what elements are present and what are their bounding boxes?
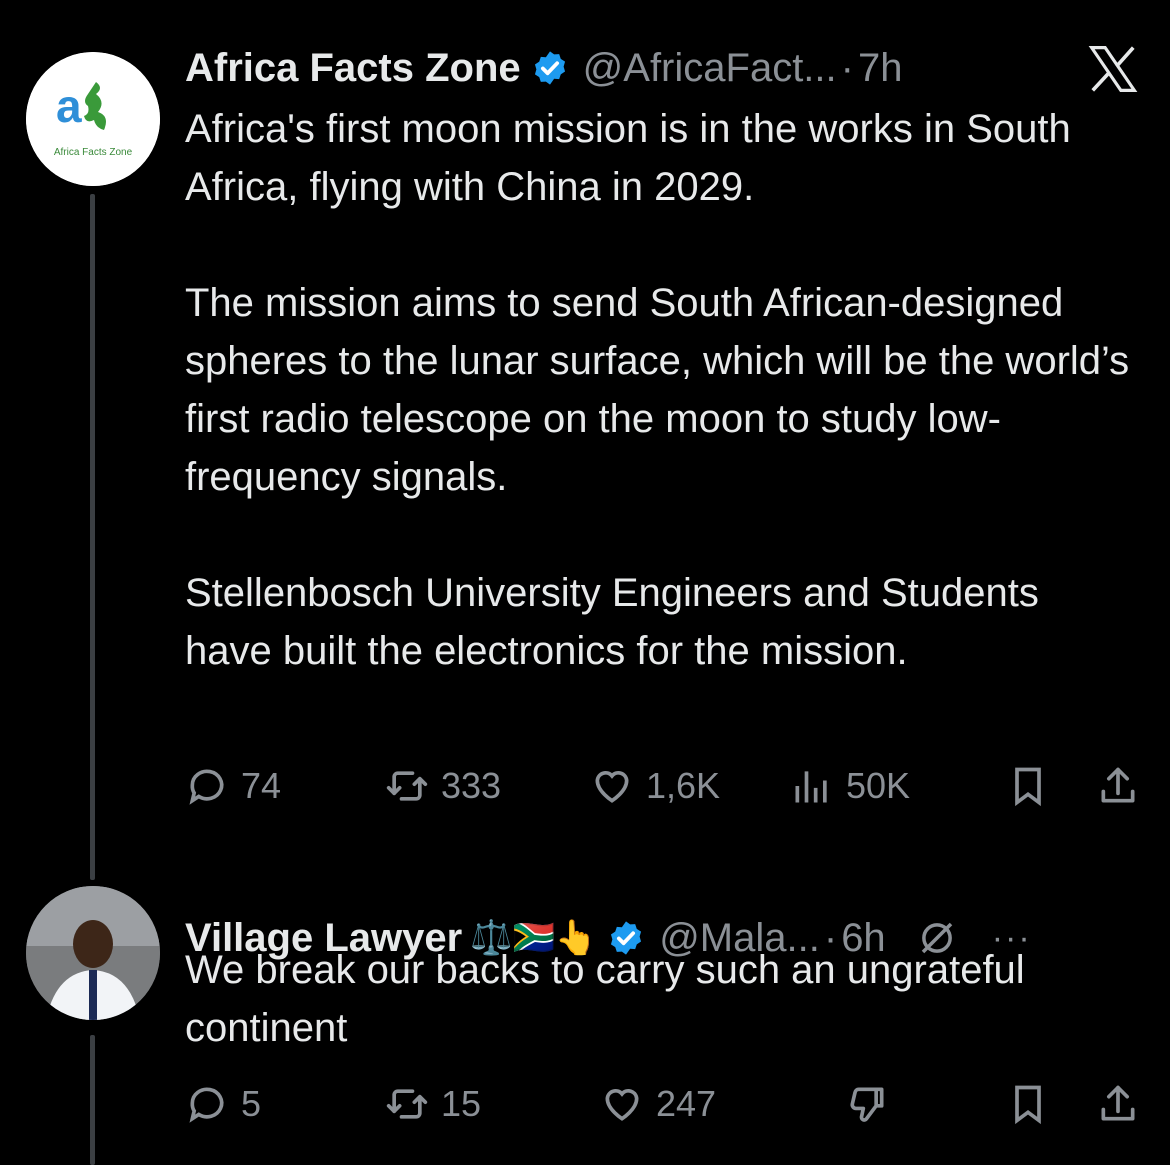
avatar-village-lawyer[interactable] [26,886,160,1020]
tweet-paragraph: We break our backs to carry such an ungr… [185,948,1025,1050]
like-button[interactable]: 247 [600,1074,716,1134]
verified-badge-icon [534,51,565,85]
views-count: 50K [846,765,911,806]
views-button[interactable]: 50K [790,756,910,816]
svg-text:Africa Facts Zone: Africa Facts Zone [54,147,133,158]
tweet-paragraph: The mission aims to send South African-d… [185,281,1130,499]
svg-text:a: a [56,80,82,132]
repost-button[interactable]: 333 [385,756,501,816]
share-icon[interactable] [1096,1082,1140,1126]
dislike-button[interactable] [845,1074,889,1134]
tweet-right-actions [1006,1074,1140,1134]
heart-icon [595,771,629,803]
tweet-paragraph: Africa's first moon mission is in the wo… [185,107,1071,209]
reply-button[interactable]: 5 [185,1074,261,1134]
bookmark-icon[interactable] [1006,1082,1050,1126]
tweet-village-lawyer[interactable]: Village Lawyer ⚖️🇿🇦👆 @Mala... · 6h ··· W… [0,880,1170,1165]
profile-photo [26,886,160,1020]
separator-dot: · [840,45,854,90]
reply-count: 5 [241,1083,262,1124]
repost-button[interactable]: 15 [385,1074,481,1134]
bookmark-icon[interactable] [1006,764,1050,808]
tweet-body: Africa's first moon mission is in the wo… [185,100,1135,680]
author-handle[interactable]: @AfricaFact... [583,46,837,91]
like-count: 1,6K [646,765,721,806]
repost-count: 333 [441,765,502,806]
timestamp[interactable]: 7h [858,46,903,91]
repost-icon [386,1089,428,1119]
reply-icon [189,769,224,805]
africa-facts-zone-logo: a Africa Facts Zone [26,52,160,186]
repost-count: 15 [441,1083,482,1124]
like-count: 247 [656,1083,717,1124]
reply-button[interactable]: 74 [185,756,281,816]
author-name[interactable]: Africa Facts Zone [185,46,521,91]
thread-connector-line [90,1035,95,1165]
repost-icon [386,771,428,801]
tweet-body: We break our backs to carry such an ungr… [185,941,1135,1057]
views-icon [795,771,827,803]
tweet-right-actions [1006,756,1140,816]
share-icon[interactable] [1096,764,1140,808]
tweet-africa-facts-zone[interactable]: a Africa Facts Zone Africa Facts Zone @A… [0,0,1170,880]
x-logo-icon [1088,46,1138,92]
tweet-paragraph: Stellenbosch University Engineers and St… [185,571,1039,673]
avatar-africa-facts-zone[interactable]: a Africa Facts Zone [26,52,160,186]
tweet-actions-bar: 5 15 247 [185,1074,1140,1134]
thread-connector-line [90,194,95,880]
heart-icon [605,1089,639,1121]
tweet-header: Africa Facts Zone @AfricaFact... · 7h [185,38,1140,98]
like-button[interactable]: 1,6K [590,756,720,816]
dislike-icon [850,1087,884,1122]
reply-icon [189,1087,224,1123]
reply-count: 74 [241,765,282,806]
tweet-actions-bar: 74 333 1,6K 50K [185,756,1140,816]
